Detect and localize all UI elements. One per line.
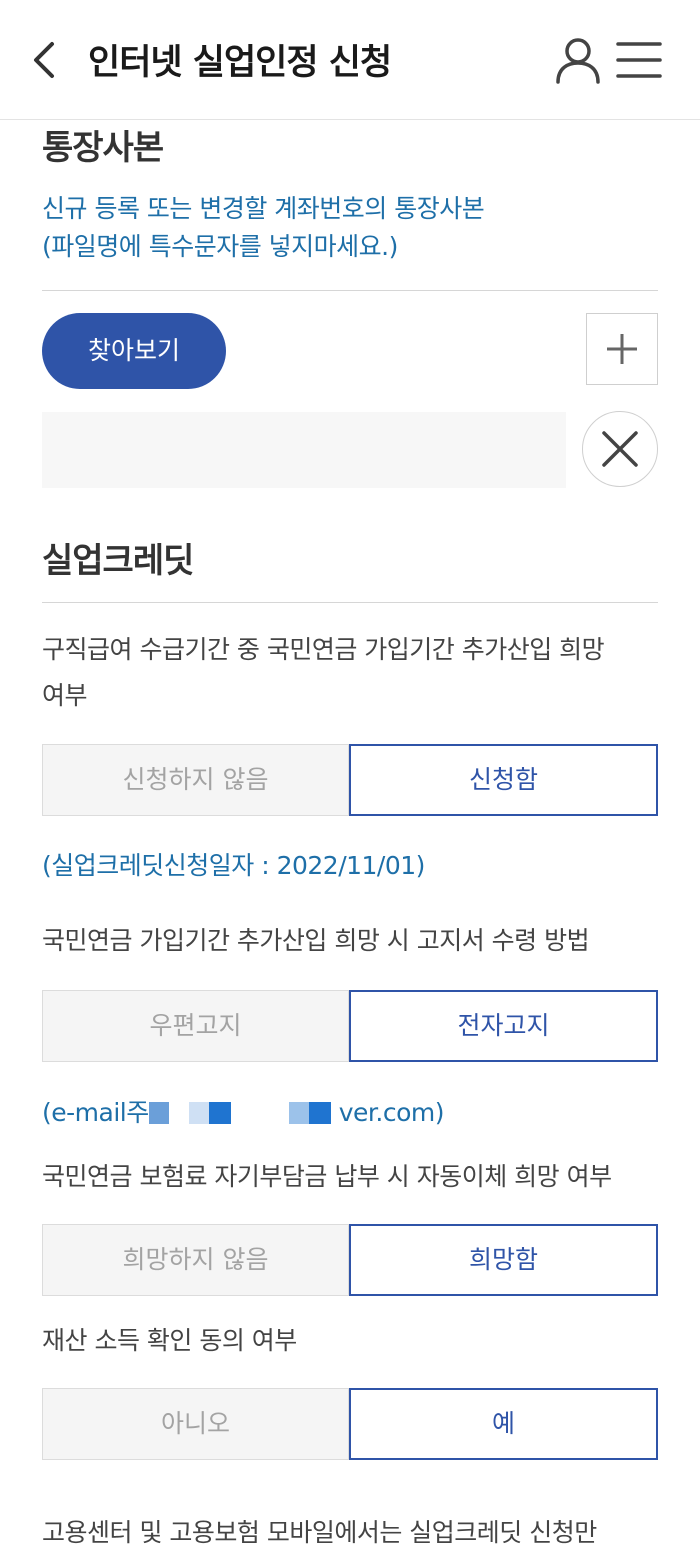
- property-income-consent-question: 재산 소득 확인 동의 여부: [42, 1326, 297, 1355]
- email-note-suffix: ver.com): [338, 1098, 445, 1127]
- masked-email-block: [230, 1102, 289, 1124]
- option-yes[interactable]: 예: [349, 1388, 658, 1460]
- back-button[interactable]: [26, 38, 66, 82]
- auto-transfer-toggle: 희망하지 않음 희망함: [42, 1224, 658, 1296]
- masked-email-block: [330, 1102, 339, 1124]
- pension-addition-question: 구직급여 수급기간 중 국민연금 가입기간 추가산입 희망 여부: [42, 627, 605, 719]
- option-apply[interactable]: 신청함: [349, 744, 658, 816]
- masked-email-block: [308, 1102, 331, 1124]
- divider: [42, 602, 658, 603]
- pension-addition-toggle: 신청하지 않음 신청함: [42, 744, 658, 816]
- footer-notice-text: 고용센터 및 고용보험 모바일에서는 실업크레딧 신청만: [42, 1518, 597, 1547]
- selected-file-field[interactable]: [42, 412, 566, 488]
- close-icon: [602, 431, 638, 467]
- masked-email-block: [148, 1102, 169, 1124]
- masked-email-block: [168, 1102, 189, 1124]
- back-chevron-icon: [34, 42, 54, 78]
- option-not-wish[interactable]: 희망하지 않음: [42, 1224, 349, 1296]
- bankbook-section-title: 통장사본: [42, 128, 164, 168]
- option-electronic-notice[interactable]: 전자고지: [349, 990, 658, 1062]
- question-line2: 여부: [42, 681, 88, 710]
- my-page-button[interactable]: [554, 36, 602, 84]
- notice-method-question: 국민연금 가입기간 추가산입 희망 시 고지서 수령 방법: [42, 926, 590, 955]
- notice-method-toggle: 우편고지 전자고지: [42, 990, 658, 1062]
- app-header: 인터넷 실업인정 신청: [0, 0, 700, 120]
- credit-section-title: 실업크레딧: [42, 541, 194, 581]
- email-address-note: (e-mail주 ver.com): [42, 1093, 445, 1129]
- masked-email-block: [208, 1102, 231, 1124]
- hamburger-menu-icon: [616, 42, 662, 78]
- page-title: 인터넷 실업인정 신청: [88, 43, 392, 83]
- bankbook-desc-line2: (파일명에 특수문자를 넣지마세요.): [42, 232, 398, 261]
- remove-file-button[interactable]: [582, 411, 658, 487]
- option-postal-notice[interactable]: 우편고지: [42, 990, 349, 1062]
- masked-email-block: [288, 1102, 309, 1124]
- user-icon: [556, 38, 600, 84]
- masked-email-block: [188, 1102, 209, 1124]
- bankbook-desc-line1: 신규 등록 또는 변경할 계좌번호의 통장사본: [42, 194, 485, 223]
- plus-icon: [607, 334, 637, 364]
- add-file-button[interactable]: [586, 313, 658, 385]
- browse-file-button[interactable]: 찾아보기: [42, 313, 226, 389]
- option-wish[interactable]: 희망함: [349, 1224, 658, 1296]
- email-note-prefix: (e-mail주: [42, 1098, 149, 1127]
- auto-transfer-question: 국민연금 보험료 자기부담금 납부 시 자동이체 희망 여부: [42, 1162, 612, 1191]
- question-line1: 구직급여 수급기간 중 국민연금 가입기간 추가산입 희망: [42, 635, 605, 664]
- divider: [42, 290, 658, 291]
- property-income-consent-toggle: 아니오 예: [42, 1388, 658, 1460]
- option-not-apply[interactable]: 신청하지 않음: [42, 744, 349, 816]
- bankbook-description: 신규 등록 또는 변경할 계좌번호의 통장사본 (파일명에 특수문자를 넣지마세…: [42, 190, 485, 266]
- option-no[interactable]: 아니오: [42, 1388, 349, 1460]
- menu-button[interactable]: [616, 40, 662, 80]
- credit-apply-date: (실업크레딧신청일자 : 2022/11/01): [42, 851, 425, 880]
